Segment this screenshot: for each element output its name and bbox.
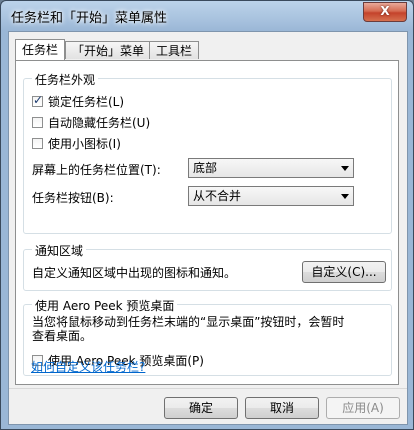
apply-button[interactable]: 应用(A) <box>326 397 400 419</box>
dialog-client: 任务栏 「开始」菜单 工具栏 任务栏外观 锁定任务栏(L) 自动隐藏任务栏(U)… <box>8 31 408 425</box>
notification-group: 通知区域 自定义通知区域中出现的图标和通知。 自定义(C)... <box>23 242 392 291</box>
checkbox-checked-icon[interactable] <box>32 93 43 107</box>
cancel-button[interactable]: 取消 <box>245 397 319 419</box>
ok-button[interactable]: 确定 <box>164 397 238 419</box>
aero-peek-description-line2: 查看桌面。 <box>32 329 93 343</box>
aero-peek-group-title: 使用 Aero Peek 预览桌面 <box>32 297 178 314</box>
location-label: 屏幕上的任务栏位置(T): <box>32 163 161 177</box>
taskbar-tab-panel: 任务栏外观 锁定任务栏(L) 自动隐藏任务栏(U) 使用小图标(I) 屏幕上的任… <box>15 60 399 385</box>
close-button[interactable]: X <box>363 2 407 22</box>
notification-group-title: 通知区域 <box>32 242 87 259</box>
customize-button[interactable]: 自定义(C)... <box>302 261 386 283</box>
close-icon: X <box>380 4 390 18</box>
buttons-select[interactable]: 从不合并 <box>188 186 354 206</box>
notification-description: 自定义通知区域中出现的图标和通知。 <box>32 266 237 280</box>
footer-separator <box>9 388 407 389</box>
buttons-select-value: 从不合并 <box>193 189 242 203</box>
properties-window: 任务栏和「开始」菜单属性 X 任务栏 「开始」菜单 工具栏 任务栏外观 锁定任务… <box>0 0 414 430</box>
small-icons-checkbox[interactable]: 使用小图标(I) <box>32 135 121 152</box>
appearance-group-title: 任务栏外观 <box>32 71 99 88</box>
autohide-label: 自动隐藏任务栏(U) <box>48 116 151 130</box>
location-select[interactable]: 底部 <box>188 158 354 178</box>
lock-taskbar-label: 锁定任务栏(L) <box>48 95 125 109</box>
checkbox-icon[interactable] <box>32 138 43 149</box>
tab-toolbars[interactable]: 工具栏 <box>149 41 200 59</box>
checkbox-icon[interactable] <box>32 117 43 128</box>
tab-taskbar[interactable]: 任务栏 <box>15 39 66 60</box>
autohide-checkbox[interactable]: 自动隐藏任务栏(U) <box>32 114 150 131</box>
buttons-label: 任务栏按钮(B): <box>32 191 114 205</box>
aero-peek-description-line1: 当您将鼠标移动到任务栏末端的“显示桌面”按钮时，会暂时 <box>32 315 345 329</box>
appearance-group: 任务栏外观 锁定任务栏(L) 自动隐藏任务栏(U) 使用小图标(I) 屏幕上的任… <box>23 71 392 234</box>
window-title: 任务栏和「开始」菜单属性 <box>11 11 168 26</box>
location-select-value: 底部 <box>193 161 218 175</box>
title-bar[interactable]: 任务栏和「开始」菜单属性 X <box>1 1 413 31</box>
lock-taskbar-checkbox[interactable]: 锁定任务栏(L) <box>32 93 124 110</box>
small-icons-label: 使用小图标(I) <box>48 137 121 151</box>
tab-start-menu[interactable]: 「开始」菜单 <box>65 41 152 59</box>
help-link[interactable]: 如何自定义该任务栏? <box>31 358 145 375</box>
chevron-down-icon <box>341 166 349 171</box>
chevron-down-icon <box>341 194 349 199</box>
